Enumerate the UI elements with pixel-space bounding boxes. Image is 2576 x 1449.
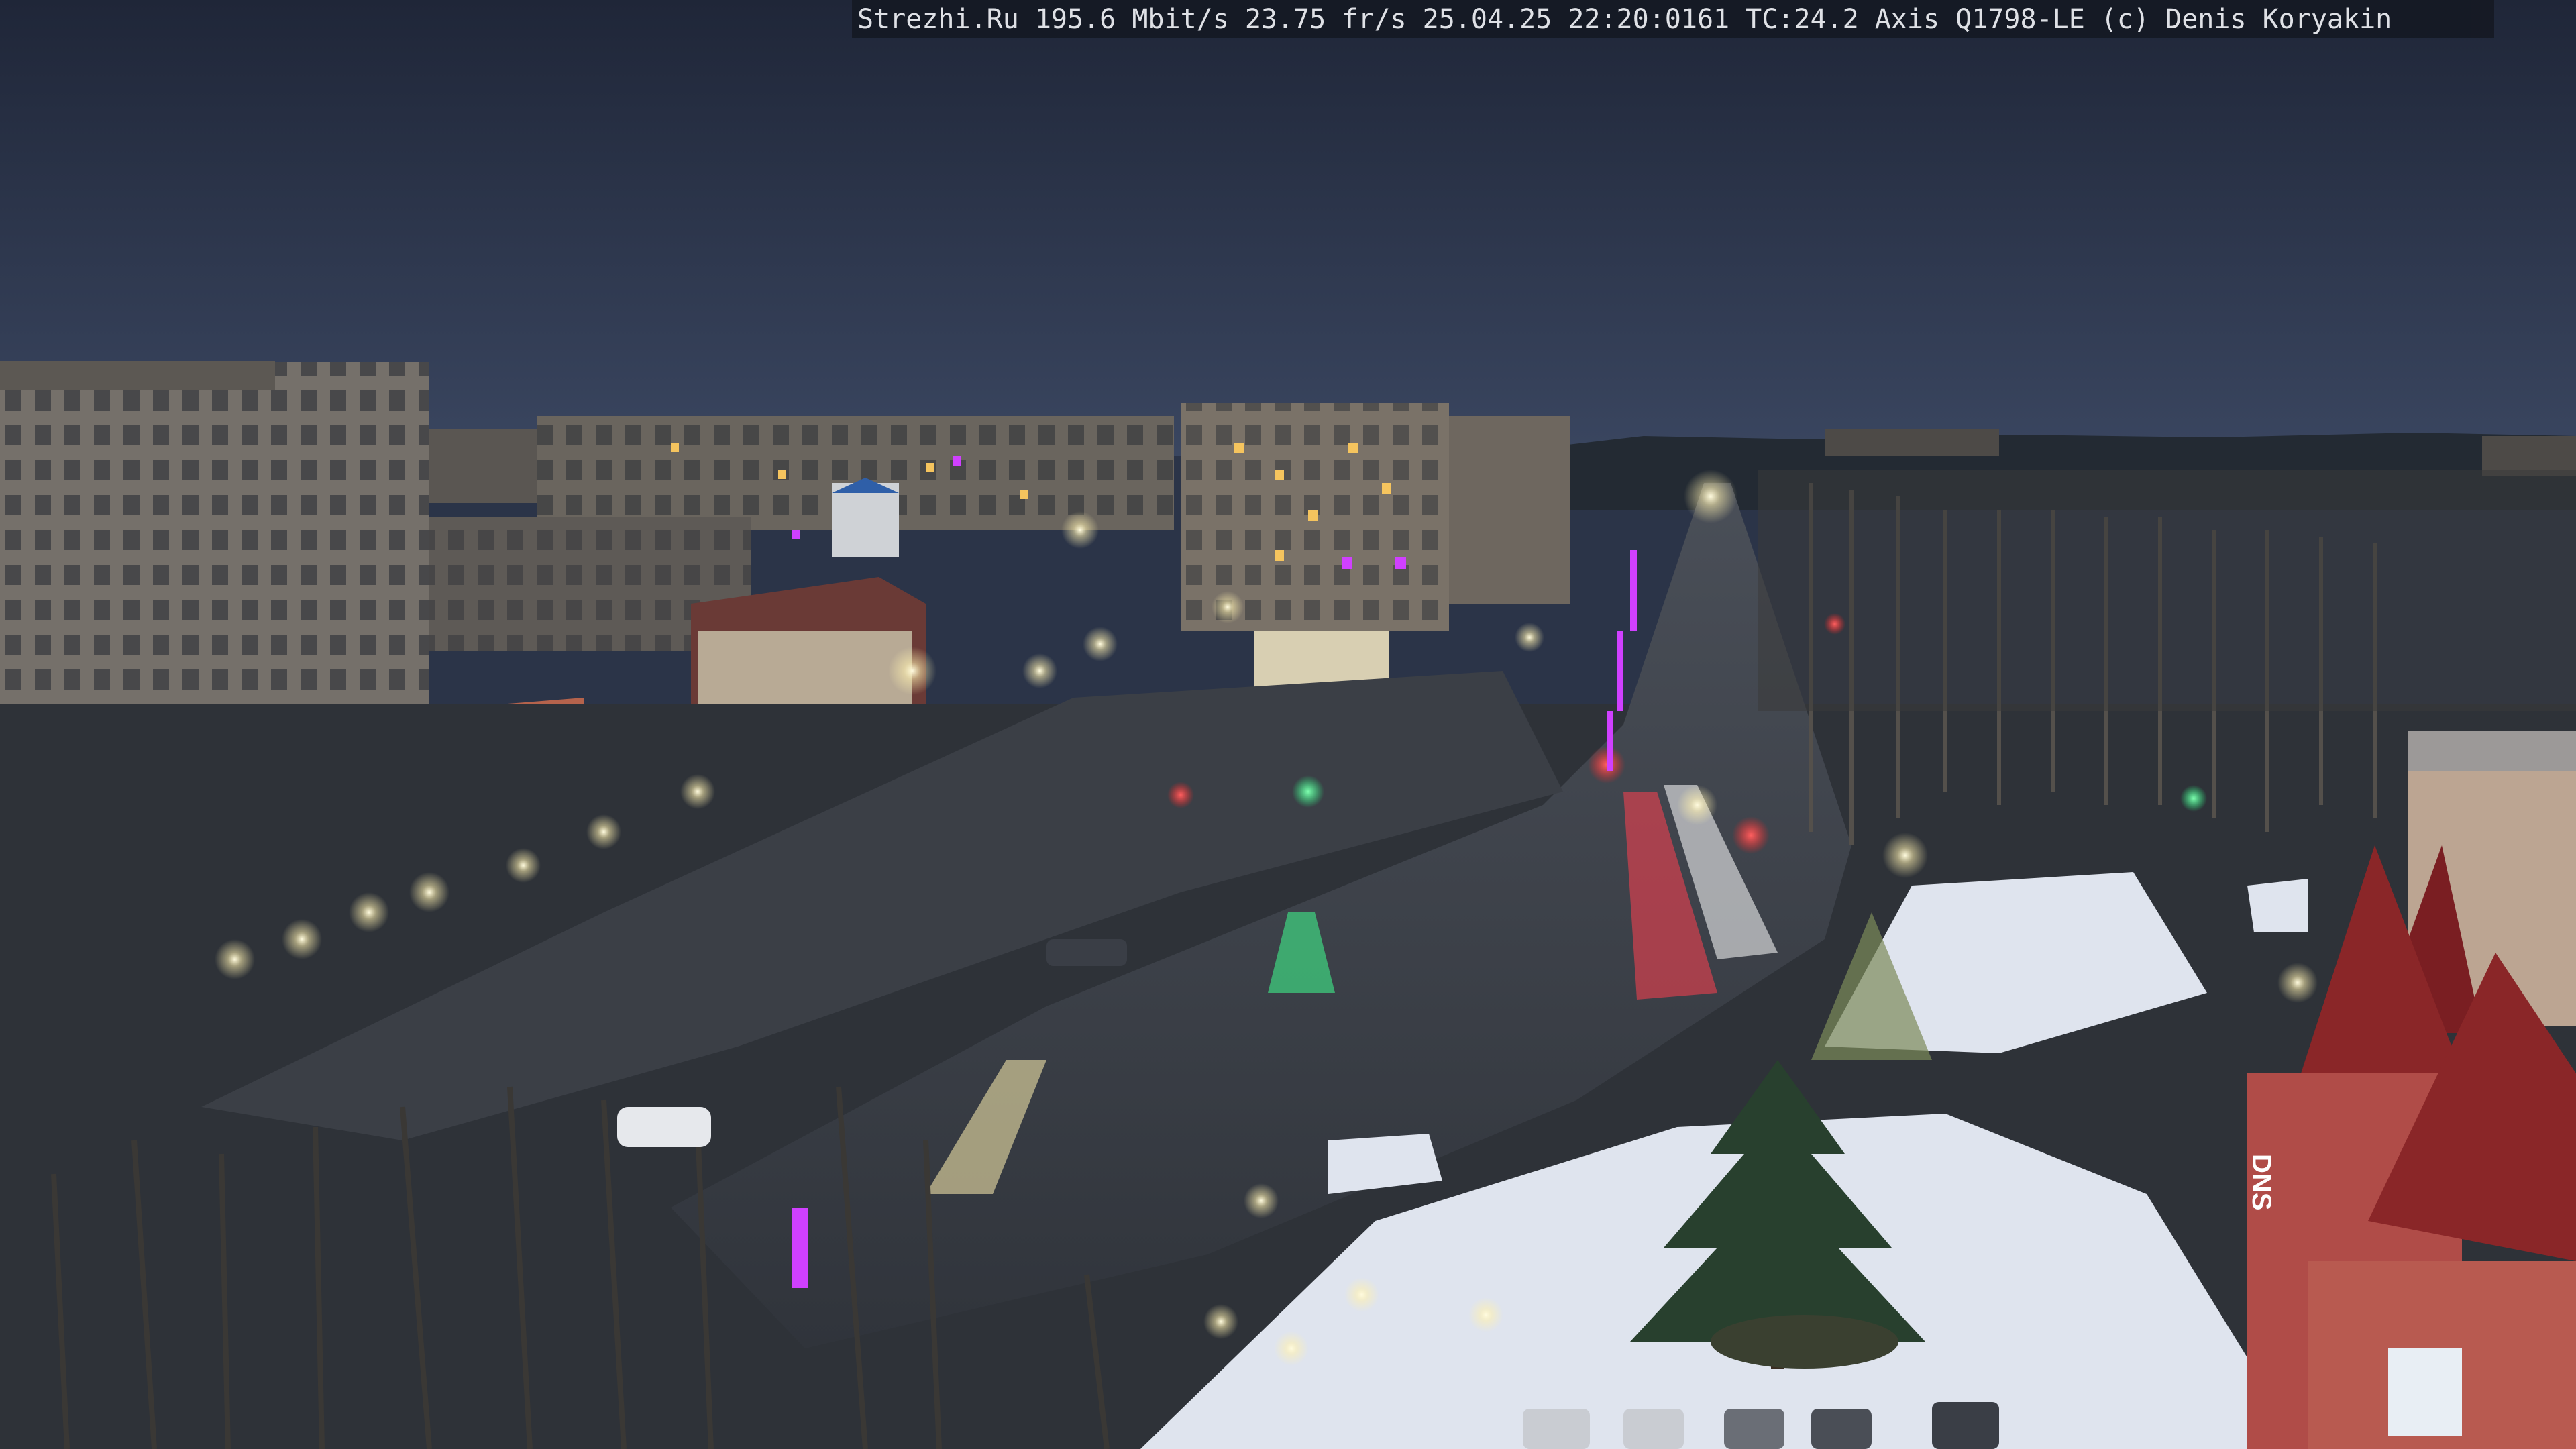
tree-canopy: [1758, 470, 2576, 711]
overlay-date: 25.04.25: [1422, 4, 1552, 35]
camera-scene: kari kari DNS: [0, 0, 2576, 1449]
overlay-bitrate: 195.6 Mbit/s: [1034, 4, 1229, 35]
overlay-time: 22:20:0161: [1568, 4, 1730, 35]
dns-sign: DNS: [2247, 1154, 2276, 1210]
camera-info-overlay: Strezhi.Ru 195.6 Mbit/s 23.75 fr/s 25.04…: [852, 0, 2494, 38]
overlay-camera-model: Axis Q1798-LE: [1874, 4, 2085, 35]
overlay-tc: TC:24.2: [1746, 4, 1859, 35]
overlay-copyright: (c) Denis Koryakin: [2100, 4, 2392, 35]
overlay-framerate: 23.75 fr/s: [1244, 4, 1407, 35]
overlay-site: Strezhi.Ru: [857, 4, 1019, 35]
